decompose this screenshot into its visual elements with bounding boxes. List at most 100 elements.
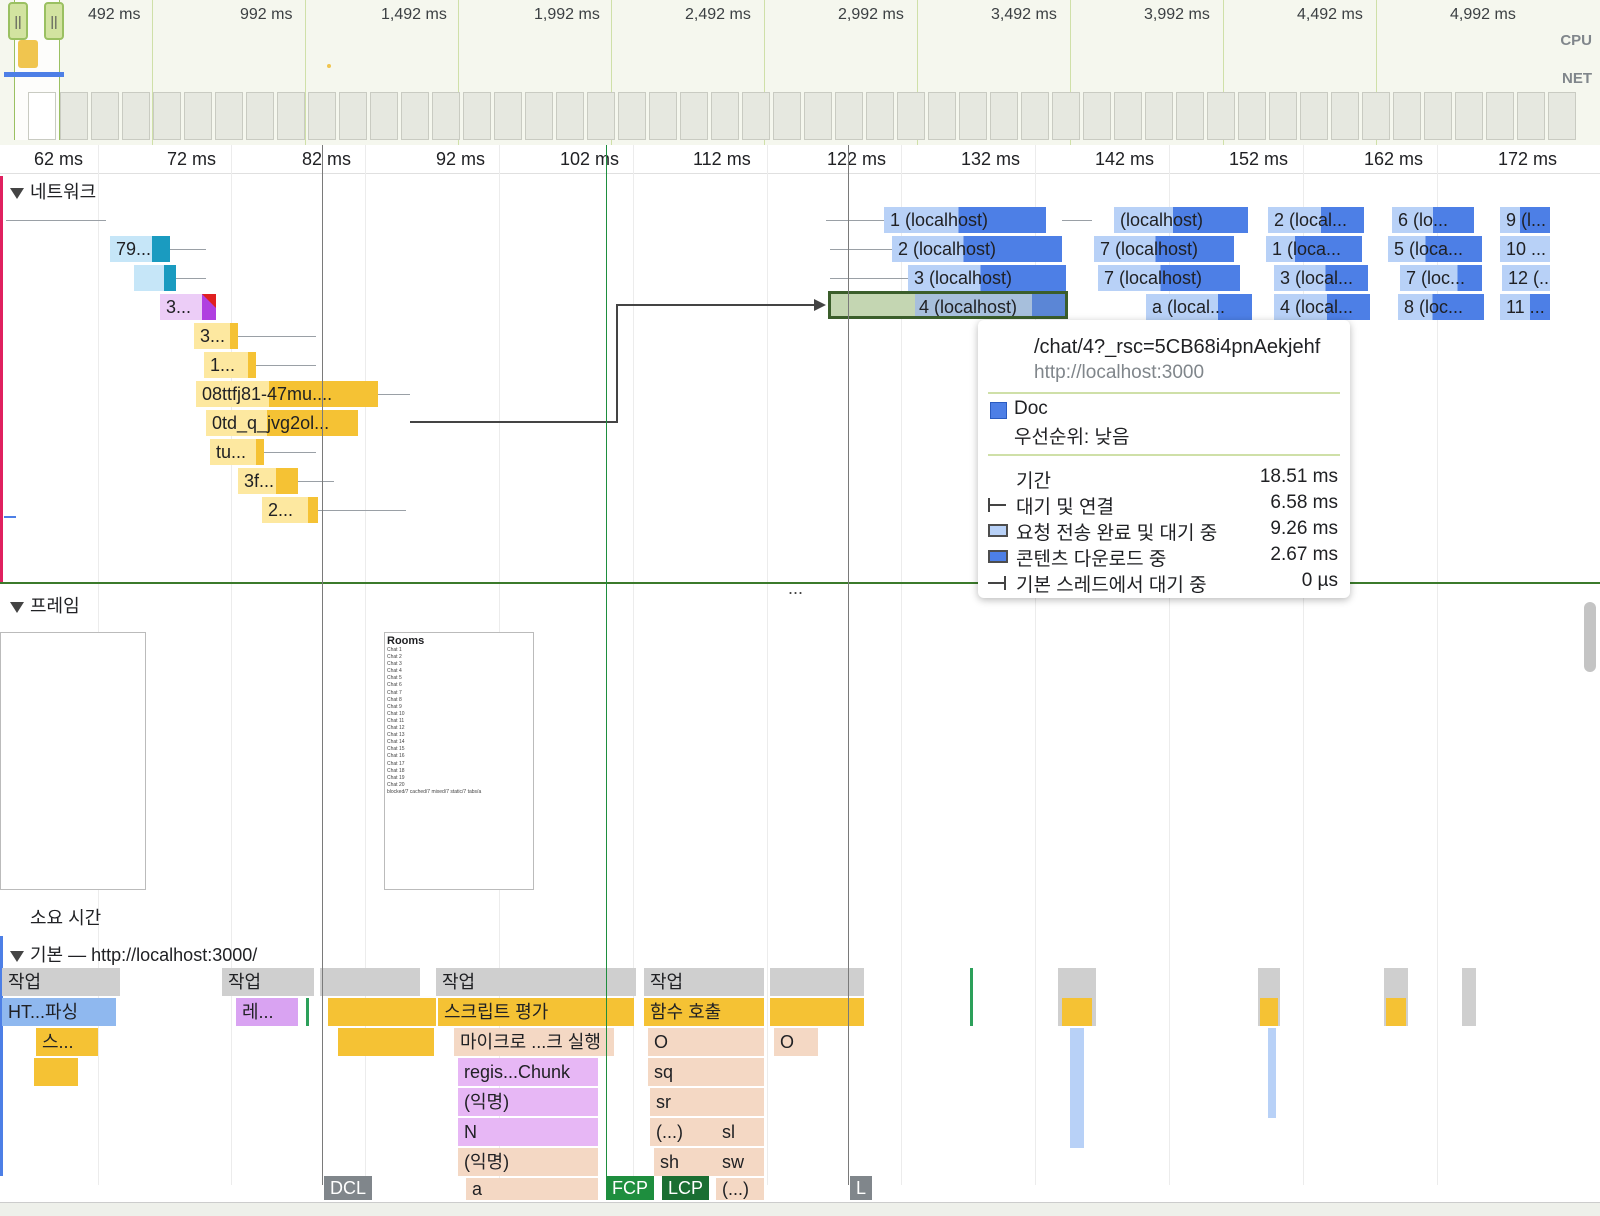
screenshot-thumbnail[interactable] (835, 92, 863, 140)
main-track-header[interactable]: 기본 — http://localhost:3000/ (10, 941, 257, 967)
dcl-marker[interactable]: DCL (324, 1176, 373, 1200)
network-request[interactable]: 3f... (238, 468, 298, 494)
network-track-header[interactable]: 네트워크 (10, 178, 96, 204)
screenshot-thumbnail[interactable] (1517, 92, 1545, 140)
network-request[interactable]: 2 (local... (1268, 207, 1364, 233)
flame-block[interactable]: sr (650, 1088, 764, 1116)
screenshot-thumbnail[interactable] (1238, 92, 1266, 140)
screenshot-thumbnail[interactable] (215, 92, 243, 140)
network-request[interactable]: 3... (194, 323, 238, 349)
network-request[interactable]: 10 ... (1500, 236, 1550, 262)
flame-block[interactable]: sl (716, 1118, 764, 1146)
selected-network-request[interactable]: 4 (localhost) (828, 291, 1068, 319)
screenshot-thumbnail[interactable] (897, 92, 925, 140)
flame-block[interactable]: 레... (236, 998, 298, 1026)
screenshot-thumbnail[interactable] (1455, 92, 1483, 140)
screenshot-thumbnail[interactable] (618, 92, 646, 140)
screenshot-thumbnail[interactable] (370, 92, 398, 140)
network-request[interactable]: 0td_q_jvg2ol... (206, 410, 358, 436)
screenshot-thumbnail[interactable] (1083, 92, 1111, 140)
screenshot-thumbnail[interactable] (1486, 92, 1514, 140)
timeline-overview[interactable]: 492 ms 992 ms 1,492 ms 1,992 ms 2,492 ms… (0, 0, 1600, 147)
screenshot-thumbnail[interactable] (246, 92, 274, 140)
frame-screenshot[interactable] (0, 632, 146, 890)
right-range-handle[interactable]: || (44, 2, 64, 40)
network-request[interactable]: 9 (l... (1500, 207, 1550, 233)
screenshot-thumbnail[interactable] (184, 92, 212, 140)
screenshot-thumbnail[interactable] (866, 92, 894, 140)
flame-block[interactable] (770, 998, 864, 1026)
screenshot-thumbnail[interactable] (494, 92, 522, 140)
microtask-block[interactable]: 마이크로 ...크 실행 (454, 1028, 614, 1056)
screenshot-thumbnail[interactable] (1052, 92, 1080, 140)
function-call-block[interactable]: 함수 호출 (644, 998, 764, 1026)
flame-block[interactable]: sq (648, 1058, 764, 1086)
flame-block[interactable]: sh (654, 1148, 716, 1176)
screenshot-thumbnail[interactable] (1300, 92, 1328, 140)
load-marker[interactable]: L (850, 1176, 873, 1200)
screenshot-thumbnail[interactable] (1393, 92, 1421, 140)
network-request[interactable]: 4 (local... (1274, 294, 1370, 320)
screenshot-thumbnail[interactable] (773, 92, 801, 140)
network-request[interactable]: 1 (localhost) (884, 207, 1046, 233)
network-request[interactable]: 11 ... (1500, 294, 1550, 320)
frame-screenshot[interactable]: Rooms Chat 1 Chat 2 Chat 3 Chat 4 Chat 5 Chat… (384, 632, 534, 890)
screenshot-thumbnail[interactable] (928, 92, 956, 140)
screenshot-thumbnail[interactable] (959, 92, 987, 140)
screenshot-thumbnail[interactable] (649, 92, 677, 140)
screenshot-thumbnail[interactable] (1269, 92, 1297, 140)
script-eval-block[interactable]: 스크립트 평가 (438, 998, 634, 1026)
screenshot-thumbnail[interactable] (153, 92, 181, 140)
screenshot-thumbnail[interactable] (990, 92, 1018, 140)
screenshot-thumbnail[interactable] (680, 92, 708, 140)
left-range-handle[interactable]: || (8, 2, 28, 40)
network-request[interactable]: 3 (local... (1274, 265, 1368, 291)
network-request[interactable]: 5 (loca... (1388, 236, 1482, 262)
screenshot-thumbnail[interactable] (339, 92, 367, 140)
screenshot-thumbnail[interactable] (28, 92, 56, 140)
parse-html-block[interactable]: HT...파싱 (2, 998, 116, 1026)
screenshot-thumbnail[interactable] (1548, 92, 1576, 140)
screenshot-thumbnail[interactable] (1424, 92, 1452, 140)
time-ruler[interactable]: 62 ms 72 ms 82 ms 92 ms 102 ms 112 ms 12… (0, 145, 1600, 174)
task-block[interactable]: 작업 (2, 968, 120, 996)
screenshot-thumbnail[interactable] (277, 92, 305, 140)
screenshot-thumbnail[interactable] (587, 92, 615, 140)
network-request[interactable]: 12 (... (1502, 265, 1550, 291)
screenshot-thumbnail[interactable] (432, 92, 460, 140)
flame-block[interactable]: (...) (650, 1118, 716, 1146)
screenshot-thumbnail[interactable] (401, 92, 429, 140)
flame-block[interactable]: (익명) (458, 1148, 598, 1176)
network-request[interactable]: 08ttfj81-47mu.... (196, 381, 378, 407)
flame-block[interactable]: O (774, 1028, 818, 1056)
resize-dots-icon[interactable]: ... (788, 578, 803, 599)
screenshot-thumbnail[interactable] (60, 92, 88, 140)
network-request[interactable]: 2... (262, 497, 318, 523)
network-request[interactable]: 7 (loc... (1400, 265, 1482, 291)
screenshot-thumbnail[interactable] (1145, 92, 1173, 140)
network-request[interactable]: 79... (110, 236, 170, 262)
screenshot-thumbnail[interactable] (1021, 92, 1049, 140)
flame-block[interactable]: (...) (716, 1178, 764, 1200)
collapse-triangle-icon[interactable] (10, 950, 24, 962)
task-block[interactable]: 작업 (644, 968, 764, 996)
network-request[interactable]: a (local... (1146, 294, 1252, 320)
task-block[interactable]: 작업 (222, 968, 314, 996)
screenshot-thumbnail[interactable] (122, 92, 150, 140)
screenshot-thumbnail[interactable] (1176, 92, 1204, 140)
flame-block[interactable]: a (466, 1178, 598, 1200)
screenshot-thumbnail[interactable] (804, 92, 832, 140)
flame-block[interactable]: (익명) (458, 1088, 598, 1116)
screenshot-thumbnail[interactable] (711, 92, 739, 140)
flame-block[interactable] (338, 1028, 434, 1056)
network-request[interactable] (134, 265, 176, 291)
network-request[interactable]: 1... (204, 352, 256, 378)
flame-block[interactable] (328, 998, 436, 1026)
screenshot-thumbnail[interactable] (1207, 92, 1235, 140)
flame-block[interactable]: regis...Chunk (458, 1058, 598, 1086)
task-block[interactable] (770, 968, 864, 996)
network-request[interactable]: 8 (loc... (1398, 294, 1484, 320)
collapse-triangle-icon[interactable] (10, 187, 24, 199)
network-request[interactable]: (localhost) (1114, 207, 1248, 233)
screenshot-thumbnail[interactable] (1114, 92, 1142, 140)
